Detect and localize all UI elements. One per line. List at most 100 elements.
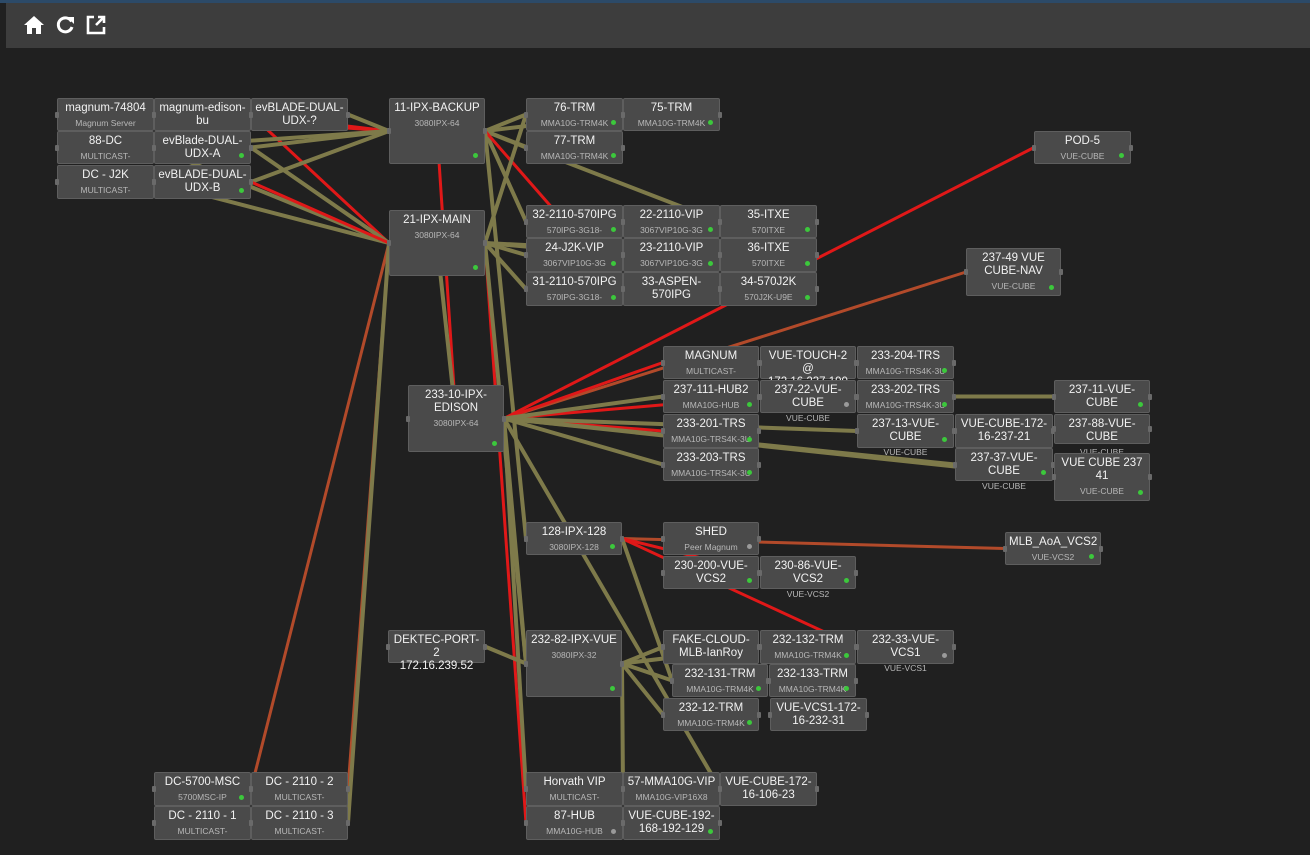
output-port-handle[interactable] — [1148, 474, 1152, 480]
device-node-233-10-ipx[interactable]: 233-10-IPX- EDISON 3080IPX-64 — [406, 385, 506, 452]
device-node-77-trm[interactable]: 77-TRM MMA10G-TRM4K — [524, 131, 625, 164]
input-port-handle[interactable] — [524, 252, 528, 258]
device-node-76-trm[interactable]: 76-TRM MMA10G-TRM4K — [524, 98, 625, 131]
device-node-88-dc[interactable]: 88-DC MULTICAST- — [55, 131, 156, 164]
input-port-handle[interactable] — [670, 677, 674, 684]
device-node-233-202-trs[interactable]: 233-202-TRS MMA10G-TRS4K-3U — [855, 380, 956, 413]
link-233-10-ipx-to-232-82-ipx-vue[interactable] — [502, 416, 528, 666]
device-node-shed[interactable]: SHED Peer Magnum — [661, 522, 761, 555]
device-node-dc-2110-1[interactable]: DC - 2110 - 1 MULTICAST- — [152, 806, 253, 840]
device-node-mlb-aoa-vcs2[interactable]: MLB_AoA_VCS2 VUE-VCS2 — [1003, 532, 1103, 565]
device-node-magnum-74804[interactable]: magnum-74804 Magnum Server — [55, 98, 156, 131]
output-port-handle[interactable] — [757, 535, 761, 542]
link-21-ipx-main-to-dc-2110-3[interactable] — [346, 241, 391, 825]
device-node-230-86-vue[interactable]: 230-86-VUE-VCS2 VUE-VCS2 — [758, 556, 858, 599]
device-node-230-200-vue[interactable]: 230-200-VUE- VCS2 — [661, 556, 761, 589]
input-port-handle[interactable] — [855, 428, 859, 434]
device-node-21-ipx-main[interactable]: 21-IPX-MAIN 3080IPX-64 — [387, 210, 487, 276]
input-port-handle[interactable] — [758, 393, 762, 400]
device-node-evblade-dual-1[interactable]: evBLADE-DUAL- UDX-? — [249, 98, 350, 131]
input-port-handle[interactable] — [1003, 545, 1007, 552]
output-port-handle[interactable] — [952, 359, 956, 366]
link-11-ipx-backup-to-32-2110-570ipg[interactable] — [483, 129, 528, 224]
device-node-dc-2110-2[interactable]: DC - 2110 - 2 MULTICAST- — [249, 772, 350, 806]
device-node-232-131-trm[interactable]: 232-131-TRM MMA10G-TRM4K — [670, 664, 770, 697]
device-node-34-570j2k[interactable]: 34-570J2K 570J2K-U9E — [718, 272, 819, 306]
device-node-232-33-vue-vcs1[interactable]: 232-33-VUE-VCS1 VUE-VCS1 — [855, 630, 956, 673]
input-port-handle[interactable] — [768, 711, 772, 718]
input-port-handle[interactable] — [152, 144, 156, 151]
input-port-handle[interactable] — [55, 179, 59, 185]
device-node-233-204-trs[interactable]: 233-204-TRS MMA10G-TRS4K-3U — [855, 346, 956, 379]
device-node-31-2110-570ipg[interactable]: 31-2110-570IPG 570IPG-3G18- — [524, 272, 625, 306]
device-node-horvath-vip[interactable]: Horvath VIP MULTICAST- — [524, 772, 625, 806]
device-node-57-mma10g-vip[interactable]: 57-MMA10G-VIP MMA10G-VIP16X8 — [621, 772, 722, 806]
output-port-handle[interactable] — [865, 711, 869, 718]
link-evblade-dual-1-to-11-ipx-backup[interactable] — [346, 112, 391, 133]
device-node-75-trm[interactable]: 75-TRM MMA10G-TRM4K — [621, 98, 722, 131]
device-node-11-ipx-backup[interactable]: 11-IPX-BACKUP 3080IPX-64 — [387, 98, 487, 164]
device-node-magnum-edison-bu[interactable]: magnum-edison- bu — [152, 98, 253, 131]
input-port-handle[interactable] — [406, 415, 410, 422]
device-node-dektec-port-2[interactable]: DEKTEC-PORT-2 172.16.239.52 — [386, 630, 487, 672]
device-node-233-203-trs[interactable]: 233-203-TRS MMA10G-TRS4K-3U — [661, 448, 761, 481]
link-evblade-dual-udx-b-to-11-ipx-backup[interactable] — [249, 129, 391, 184]
input-port-handle[interactable] — [524, 820, 528, 826]
output-port-handle[interactable] — [757, 461, 761, 468]
input-port-handle[interactable] — [718, 252, 722, 258]
link-232-82-ipx-vue-to-fake-cloud[interactable] — [620, 645, 665, 666]
device-node-36-itxe[interactable]: 36-ITXE 570ITXE — [718, 238, 819, 272]
input-port-handle[interactable] — [855, 644, 859, 650]
input-port-handle[interactable] — [621, 820, 625, 826]
input-port-handle[interactable] — [386, 643, 390, 650]
input-port-handle[interactable] — [758, 569, 762, 576]
input-port-handle[interactable] — [524, 144, 528, 151]
output-port-handle[interactable] — [502, 415, 506, 422]
input-port-handle[interactable] — [1052, 474, 1056, 480]
device-node-vue-cube-172-16-237-21[interactable]: VUE-CUBE-172- 16-237-21 — [953, 414, 1055, 448]
device-node-33-aspen-570ipg[interactable]: 33-ASPEN- 570IPG — [621, 272, 722, 306]
link-21-ipx-main-to-dc-5700-msc[interactable] — [249, 241, 391, 791]
device-node-87-hub[interactable]: 87-HUB MMA10G-HUB — [524, 806, 625, 840]
device-node-dc-j2k[interactable]: DC - J2K MULTICAST- — [55, 165, 156, 199]
input-port-handle[interactable] — [152, 786, 156, 792]
output-port-handle[interactable] — [346, 786, 350, 792]
link-evblade-dual-udx-a-to-11-ipx-backup[interactable] — [249, 129, 391, 150]
input-port-handle[interactable] — [55, 144, 59, 151]
output-port-handle[interactable] — [483, 128, 487, 134]
link-11-ipx-backup-to-128-ipx-128[interactable] — [483, 129, 528, 541]
device-node-pod-5[interactable]: POD-5 VUE-CUBE — [1032, 131, 1133, 164]
device-node-evblade-dual-udx-b[interactable]: evBLADE-DUAL- UDX-B — [152, 165, 253, 199]
device-node-237-88-vue[interactable]: 237-88-VUE-CUBE VUE-CUBE — [1052, 414, 1152, 457]
input-port-handle[interactable] — [524, 111, 528, 118]
output-port-handle[interactable] — [249, 179, 253, 185]
device-node-vue-cube-172-16-106-23[interactable]: VUE-CUBE-172- 16-106-23 — [718, 772, 819, 806]
open-external-icon[interactable] — [85, 14, 107, 36]
output-port-handle[interactable] — [757, 711, 761, 718]
input-port-handle[interactable] — [953, 461, 957, 468]
output-port-handle[interactable] — [815, 252, 819, 258]
input-port-handle[interactable] — [524, 786, 528, 792]
link-dektec-port-2-to-232-82-ipx-vue[interactable] — [483, 644, 528, 666]
input-port-handle[interactable] — [524, 535, 528, 542]
device-node-dc-5700-msc[interactable]: DC-5700-MSC 5700MSC-IP — [152, 772, 253, 806]
output-port-handle[interactable] — [1148, 426, 1152, 432]
link-11-ipx-backup-to-77-trm[interactable] — [483, 129, 528, 150]
device-node-fake-cloud[interactable]: FAKE-CLOUD- MLB-IanRoy — [661, 630, 761, 664]
output-port-handle[interactable] — [854, 677, 858, 684]
output-port-handle[interactable] — [815, 786, 819, 792]
input-port-handle[interactable] — [621, 111, 625, 118]
input-port-handle[interactable] — [524, 286, 528, 292]
device-node-32-2110-570ipg[interactable]: 32-2110-570IPG 570IPG-3G18- — [524, 205, 625, 238]
link-232-82-ipx-vue-to-232-12-trm[interactable] — [620, 661, 665, 717]
input-port-handle[interactable] — [661, 461, 665, 468]
device-node-vue-cube-237-41[interactable]: VUE CUBE 237 41 VUE-CUBE — [1052, 453, 1152, 501]
device-node-232-133-trm[interactable]: 232-133-TRM MMA10G-TRM4K — [767, 664, 858, 697]
output-port-handle[interactable] — [620, 535, 624, 542]
device-node-237-13-vue[interactable]: 237-13-VUE-CUBE VUE-CUBE — [855, 414, 956, 457]
input-port-handle[interactable] — [855, 359, 859, 366]
output-port-handle[interactable] — [757, 428, 761, 434]
output-port-handle[interactable] — [815, 286, 819, 292]
device-node-24-j2k-vip[interactable]: 24-J2K-VIP 3067VIP10G-3G — [524, 238, 625, 272]
input-port-handle[interactable] — [249, 820, 253, 826]
